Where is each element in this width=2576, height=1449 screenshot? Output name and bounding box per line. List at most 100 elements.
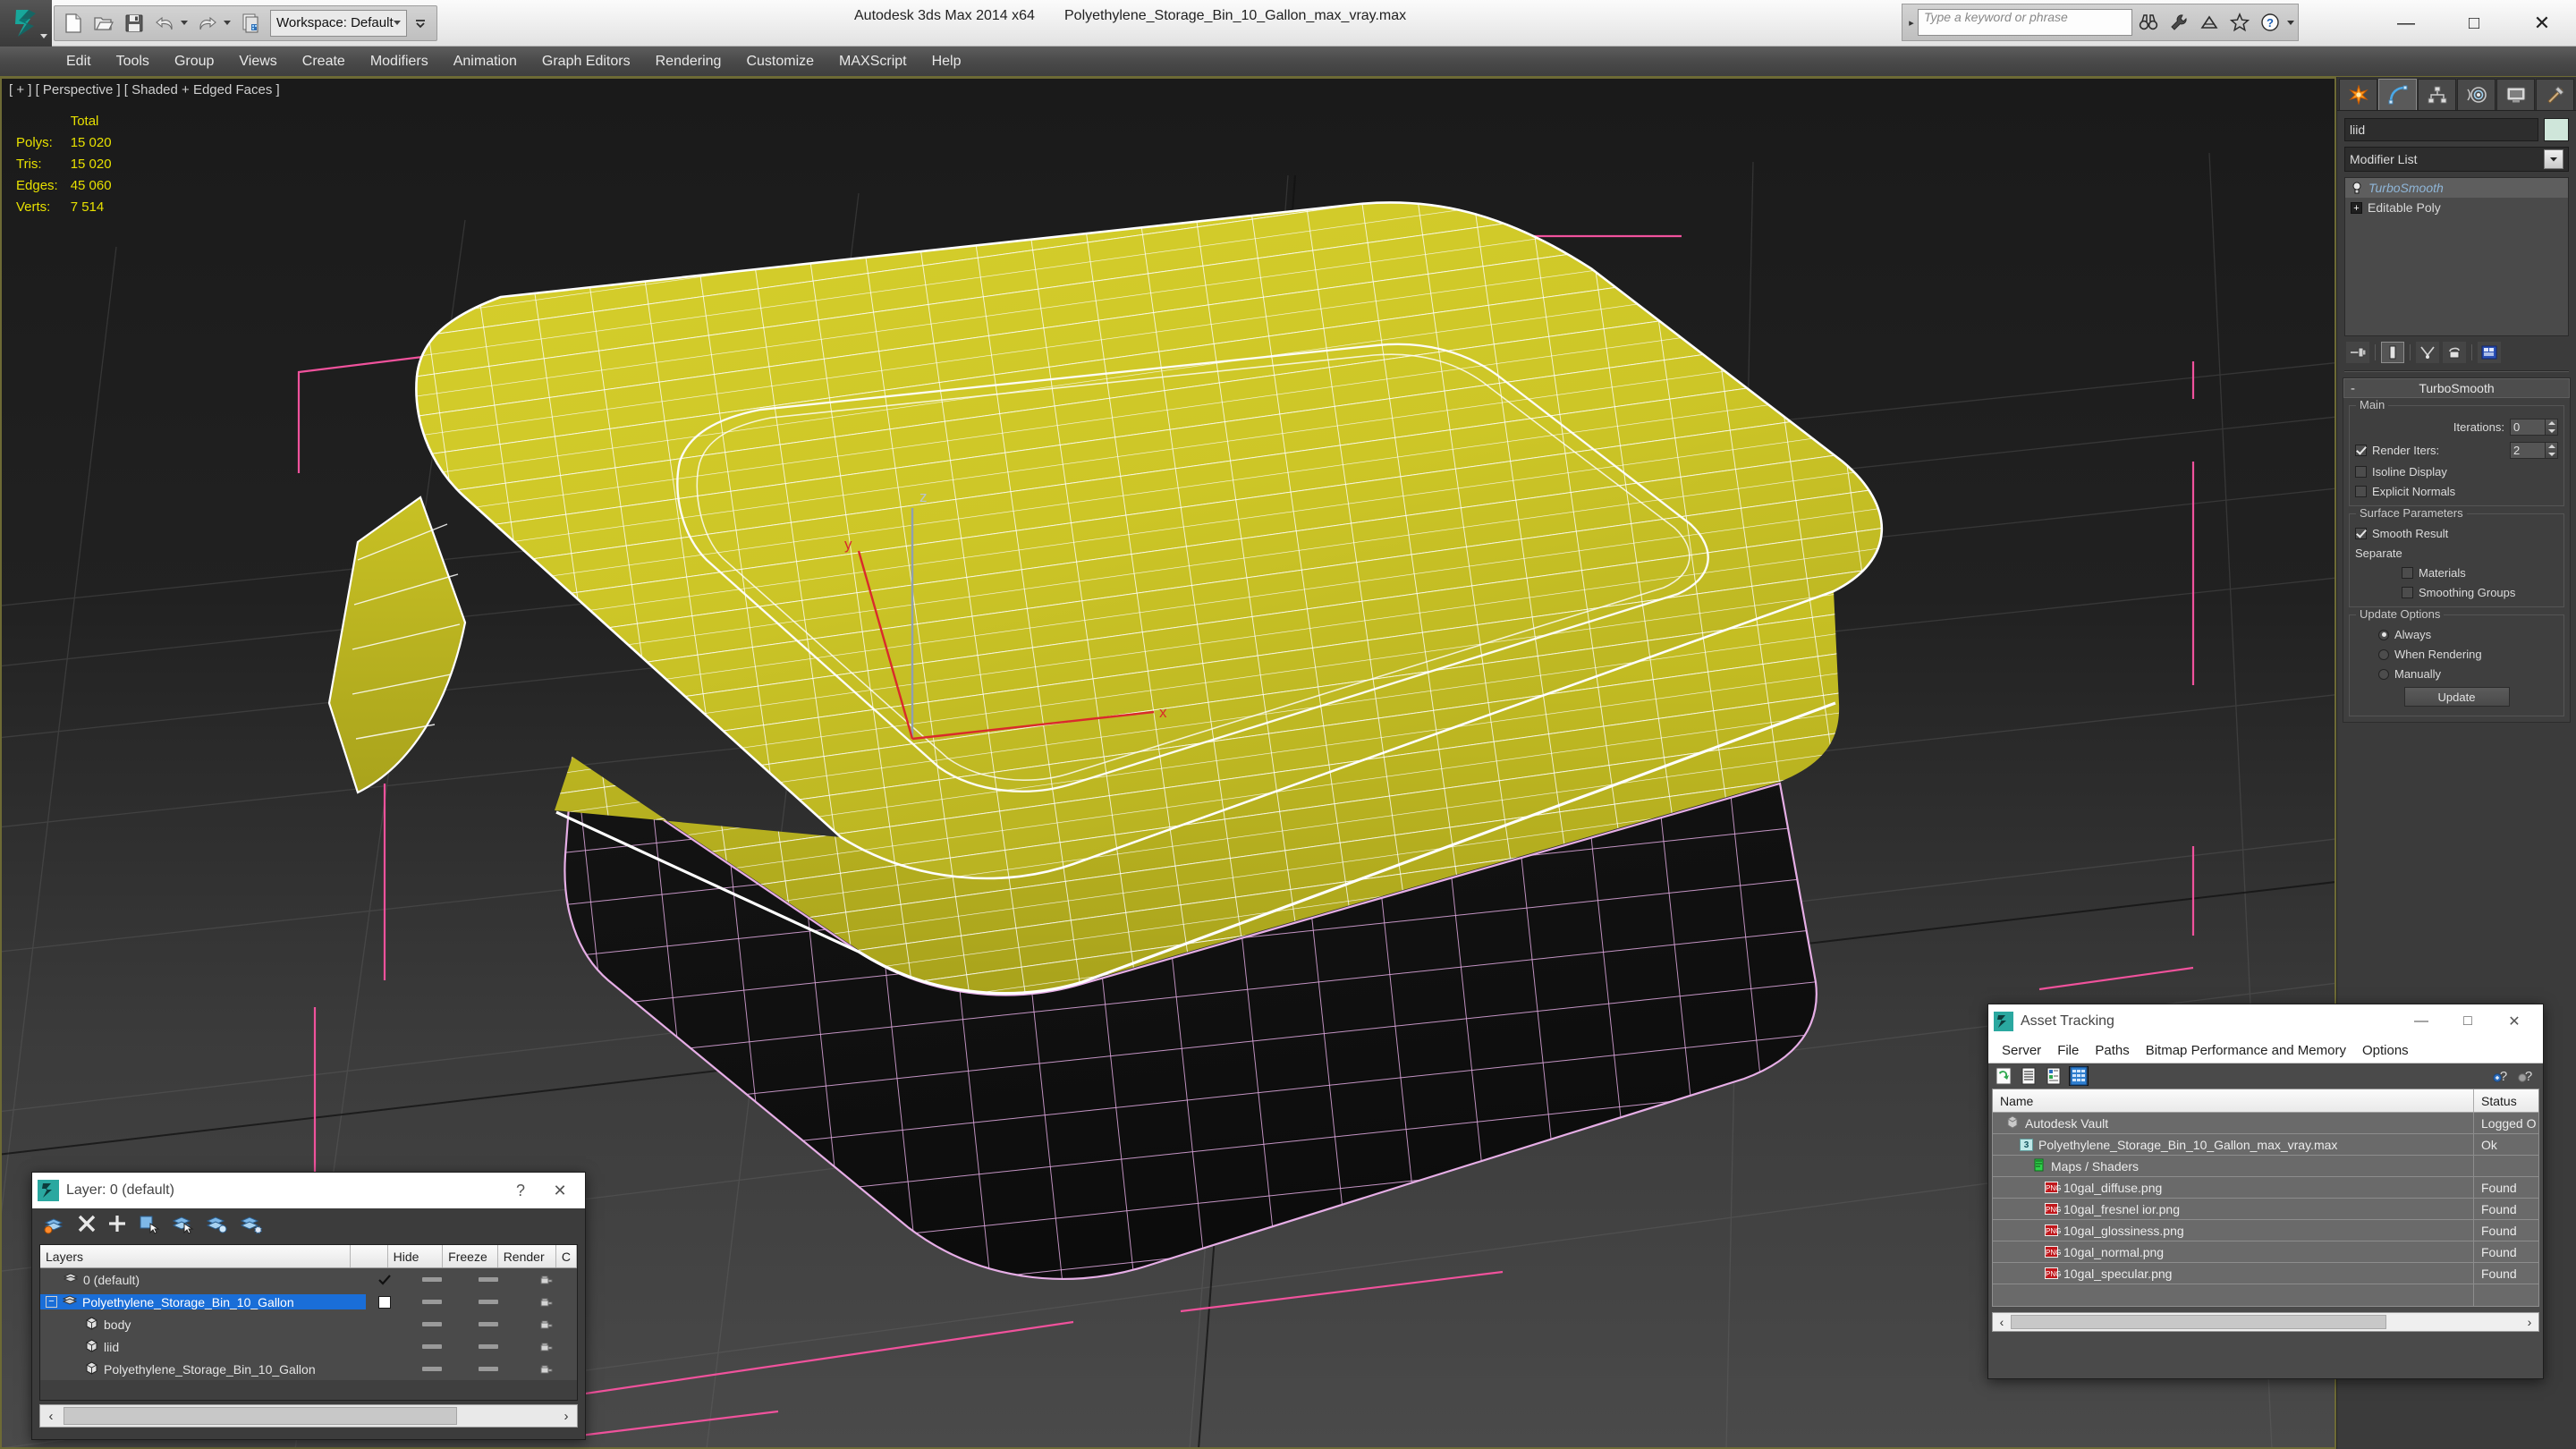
redo-icon[interactable] <box>193 9 222 38</box>
isoline-display-checkbox[interactable] <box>2355 466 2367 478</box>
grid-view-icon[interactable] <box>2069 1066 2089 1086</box>
select-highlighted-layers-icon[interactable] <box>172 1213 195 1239</box>
object-name-field[interactable]: liid <box>2344 118 2538 141</box>
collapse-icon[interactable]: - <box>2351 381 2355 396</box>
help-question-icon[interactable]: ? <box>2255 8 2284 38</box>
scroll-right-arrow-icon[interactable]: › <box>555 1409 577 1424</box>
undo-icon[interactable] <box>150 9 179 38</box>
redo-dropdown-caret-icon[interactable] <box>224 21 231 25</box>
asset-menu-server[interactable]: Server <box>1994 1041 2049 1060</box>
motion-tab[interactable] <box>2457 79 2496 110</box>
table-row[interactable]: PNG 10gal_specular.png Found <box>1993 1263 2538 1284</box>
hide-toggle[interactable] <box>403 1277 460 1282</box>
separate-smoothing-groups-checkbox[interactable] <box>2402 587 2413 598</box>
modify-tab[interactable] <box>2378 79 2417 110</box>
table-row[interactable]: PNG 10gal_fresnel ior.png Found <box>1993 1199 2538 1220</box>
configure-modifier-sets-icon[interactable] <box>2478 342 2501 363</box>
scroll-left-arrow-icon[interactable]: ‹ <box>40 1409 62 1424</box>
asset-tracking-dialog[interactable]: Asset Tracking — □ ✕ Server File Paths B… <box>1987 1004 2544 1379</box>
asset-menu-bitmap-performance[interactable]: Bitmap Performance and Memory <box>2138 1041 2354 1060</box>
create-tab[interactable] <box>2339 79 2377 110</box>
expand-left-caret-icon[interactable]: ▸ <box>1906 17 1917 29</box>
layer-properties-icon[interactable] <box>240 1213 263 1239</box>
table-row[interactable]: PNG 10gal_diffuse.png Found <box>1993 1177 2538 1199</box>
application-menu-button[interactable] <box>0 0 52 47</box>
layer-dialog-close-button[interactable]: ✕ <box>540 1182 580 1200</box>
update-when-rendering-radio[interactable] <box>2378 648 2389 660</box>
refresh-assets-icon[interactable] <box>1994 1066 2013 1086</box>
scroll-left-arrow-icon[interactable]: ‹ <box>1993 1315 2011 1329</box>
table-row[interactable]: Polyethylene_Storage_Bin_10_Gallon <box>40 1358 577 1380</box>
column-color[interactable]: C <box>556 1245 577 1267</box>
table-row[interactable]: PNG 10gal_normal.png Found <box>1993 1241 2538 1263</box>
make-unique-icon[interactable] <box>2416 342 2439 363</box>
light-bulb-icon[interactable] <box>2351 181 2363 195</box>
search-input[interactable]: Type a keyword or phrase <box>1918 9 2132 36</box>
column-status[interactable]: Status <box>2474 1089 2538 1112</box>
workspace-dropdown-button[interactable] <box>409 10 432 37</box>
menu-graph-editors[interactable]: Graph Editors <box>530 50 643 73</box>
smooth-result-checkbox[interactable] <box>2355 528 2367 539</box>
asset-minimize-button[interactable]: — <box>2398 1013 2445 1030</box>
remove-modifier-icon[interactable] <box>2443 342 2466 363</box>
open-file-icon[interactable] <box>89 9 118 38</box>
column-freeze[interactable]: Freeze <box>443 1245 498 1267</box>
asset-list[interactable]: Name Status Autodesk Vault Logged O 3 Po… <box>1992 1089 2539 1307</box>
render-toggle[interactable] <box>517 1318 577 1331</box>
object-color-swatch[interactable] <box>2544 118 2569 141</box>
asset-close-button[interactable]: ✕ <box>2491 1013 2538 1030</box>
hide-toggle[interactable] <box>403 1344 460 1349</box>
rollout-title-bar[interactable]: - TurboSmooth <box>2343 378 2570 398</box>
create-new-layer-icon[interactable] <box>43 1213 66 1239</box>
render-iters-checkbox[interactable] <box>2355 445 2367 456</box>
layer-horizontal-scrollbar[interactable]: ‹ › <box>39 1404 578 1428</box>
delete-layer-icon[interactable] <box>77 1214 97 1238</box>
project-folder-icon[interactable] <box>236 9 265 38</box>
iterations-spinner-arrows[interactable] <box>2546 419 2558 436</box>
add-help-icon[interactable]: ? <box>2493 1066 2512 1086</box>
freeze-toggle[interactable] <box>461 1367 517 1371</box>
update-always-radio[interactable] <box>2378 629 2389 640</box>
display-tab[interactable] <box>2496 79 2535 110</box>
layer-dialog[interactable]: Layer: 0 (default) ? ✕ Layers Hide Freez… <box>31 1172 586 1440</box>
expand-plus-icon[interactable]: + <box>2351 201 2362 214</box>
asset-menu-options[interactable]: Options <box>2354 1041 2417 1060</box>
menu-views[interactable]: Views <box>226 50 289 73</box>
freeze-toggle[interactable] <box>460 1277 516 1282</box>
asset-horizontal-scrollbar[interactable]: ‹ › <box>1992 1312 2539 1332</box>
collapse-expander-icon[interactable]: − <box>46 1296 57 1308</box>
explicit-normals-checkbox[interactable] <box>2355 486 2367 497</box>
help-icon[interactable]: ? <box>2518 1066 2538 1086</box>
render-iters-spinner-arrows[interactable] <box>2546 442 2558 459</box>
table-row[interactable]: liid <box>40 1335 577 1358</box>
list-view-icon[interactable] <box>2019 1066 2038 1086</box>
table-row[interactable]: Autodesk Vault Logged O <box>1993 1113 2538 1134</box>
satellite-dish-icon[interactable] <box>2194 8 2224 38</box>
render-iters-field[interactable]: 2 <box>2510 442 2546 459</box>
current-layer-check[interactable] <box>366 1274 403 1286</box>
menu-modifiers[interactable]: Modifiers <box>358 50 441 73</box>
hierarchy-tab[interactable] <box>2418 79 2456 110</box>
save-file-icon[interactable] <box>120 9 148 38</box>
menu-help[interactable]: Help <box>919 50 974 73</box>
column-current[interactable] <box>351 1245 388 1267</box>
menu-tools[interactable]: Tools <box>104 50 162 73</box>
freeze-toggle[interactable] <box>460 1300 516 1304</box>
render-toggle[interactable] <box>517 1296 577 1309</box>
table-row[interactable]: body <box>40 1313 577 1335</box>
detail-view-icon[interactable] <box>2044 1066 2063 1086</box>
asset-menu-paths[interactable]: Paths <box>2087 1041 2137 1060</box>
update-always-row[interactable]: Always <box>2355 628 2558 641</box>
layer-dialog-help-button[interactable]: ? <box>501 1182 540 1200</box>
render-toggle[interactable] <box>517 1274 577 1286</box>
column-name[interactable]: Name <box>1993 1089 2474 1112</box>
wrench-icon[interactable] <box>2164 8 2193 38</box>
update-when-rendering-row[interactable]: When Rendering <box>2355 648 2558 661</box>
render-toggle[interactable] <box>517 1363 577 1376</box>
menu-maxscript[interactable]: MAXScript <box>826 50 919 73</box>
render-iters-spinner[interactable]: 2 <box>2510 442 2558 459</box>
star-favorites-icon[interactable] <box>2224 8 2254 38</box>
new-file-icon[interactable] <box>59 9 88 38</box>
viewport-label[interactable]: [ + ] [ Perspective ] [ Shaded + Edged F… <box>9 82 280 97</box>
search-binoculars-icon[interactable] <box>2133 8 2163 38</box>
